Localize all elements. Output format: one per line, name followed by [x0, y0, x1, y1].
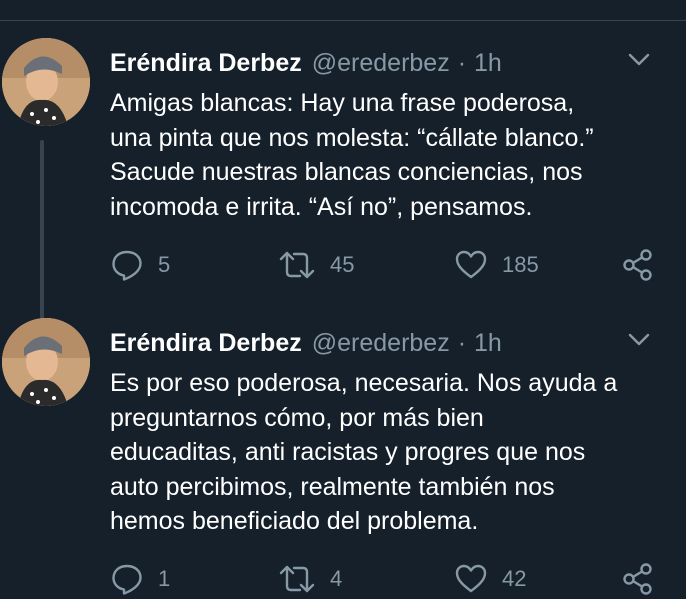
- avatar[interactable]: [2, 38, 90, 126]
- like-count: 42: [502, 566, 527, 591]
- author-handle[interactable]: @erederbez: [312, 329, 450, 358]
- top-divider: [0, 20, 686, 21]
- heart-icon: [455, 564, 487, 593]
- author-name[interactable]: Eréndira Derbez: [110, 49, 302, 78]
- chevron-down-icon[interactable]: [628, 52, 650, 68]
- share-button[interactable]: [622, 562, 654, 596]
- timestamp[interactable]: 1h: [474, 49, 502, 78]
- retweet-count: 4: [330, 566, 343, 591]
- thread-connector: [40, 140, 44, 342]
- tweet-actions: 1 4 42: [110, 562, 670, 596]
- tweet-header: Eréndira Derbez @erederbez · 1h: [110, 48, 502, 78]
- retweet-button[interactable]: 45: [278, 248, 354, 282]
- author-name[interactable]: Eréndira Derbez: [110, 329, 302, 358]
- tweet-text: Amigas blancas: Hay una frase poderosa, …: [110, 89, 594, 221]
- heart-icon: [455, 250, 487, 279]
- speech-bubble-icon: [112, 564, 142, 595]
- share-nodes-icon: [623, 563, 652, 595]
- speech-bubble-icon: [112, 250, 142, 281]
- like-button[interactable]: 185: [454, 248, 539, 282]
- retweet-count: 45: [330, 252, 355, 277]
- share-button[interactable]: [622, 248, 654, 282]
- reply-button[interactable]: 1: [110, 562, 170, 596]
- timestamp[interactable]: 1h: [474, 329, 502, 358]
- tweet-header: Eréndira Derbez @erederbez · 1h: [110, 328, 502, 358]
- share-nodes-icon: [623, 249, 652, 281]
- retweet-arrows-icon: [279, 565, 315, 593]
- retweet-button[interactable]: 4: [278, 562, 342, 596]
- tweet-actions: 5 45 185: [110, 248, 670, 282]
- chevron-down-icon[interactable]: [628, 332, 650, 348]
- avatar-image: [2, 38, 90, 126]
- author-handle[interactable]: @erederbez: [312, 49, 450, 78]
- avatar-image: [2, 318, 90, 406]
- reply-button[interactable]: 5: [110, 248, 170, 282]
- separator-dot: ·: [457, 48, 467, 77]
- reply-count: 1: [158, 566, 171, 591]
- reply-count: 5: [158, 252, 171, 277]
- avatar[interactable]: [2, 318, 90, 406]
- tweet-text: Es por eso poderosa, necesaria. Nos ayud…: [110, 369, 618, 535]
- like-button[interactable]: 42: [454, 562, 526, 596]
- retweet-arrows-icon: [279, 251, 315, 279]
- separator-dot: ·: [457, 328, 467, 357]
- like-count: 185: [502, 252, 539, 277]
- twitter-thread: Eréndira Derbez @erederbez · 1h Amigas b…: [0, 0, 686, 599]
